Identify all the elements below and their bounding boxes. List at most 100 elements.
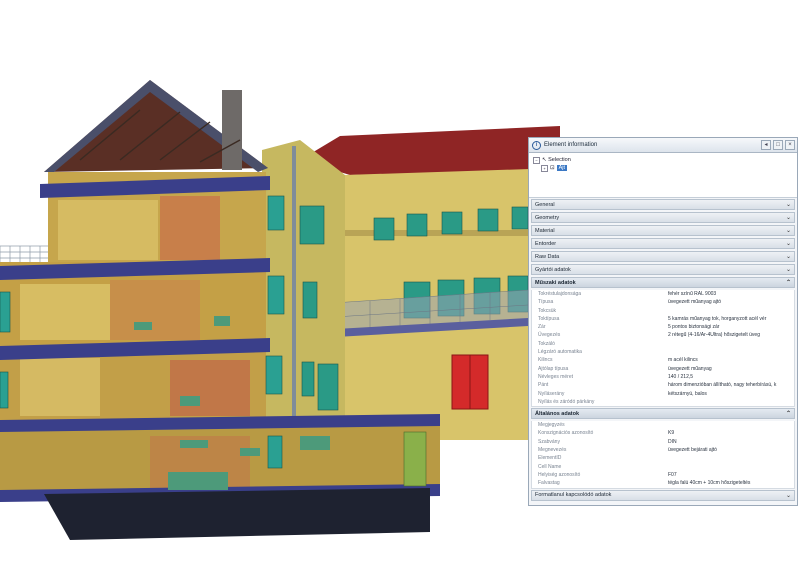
section-material[interactable]: Material ⌄	[531, 225, 795, 236]
property-row[interactable]: Konszignációs azonosító K9	[532, 429, 794, 437]
cursor-icon: ↖	[542, 157, 547, 163]
pin-button[interactable]: ◂	[761, 140, 771, 150]
panel-titlebar: i Element information ◂ □ ×	[529, 138, 797, 153]
property-key: Helyiség azonosító	[538, 471, 581, 478]
tree-root-label: Selection	[548, 157, 571, 163]
property-value	[668, 421, 794, 429]
property-row[interactable]: Nyílás és záródó párkány	[532, 398, 794, 406]
section-label: Gyártói adatok	[535, 266, 571, 273]
property-row[interactable]: Zár 5 pontos biztonsági zár	[532, 323, 794, 331]
property-row[interactable]: Cell Name	[532, 463, 794, 471]
section-entorder[interactable]: Entorder ⌄	[531, 238, 795, 249]
property-key: Konszignációs azonosító	[538, 430, 594, 437]
property-key: Nyíláserány	[538, 390, 565, 397]
property-value: tégla falú 40cm + 10cm hőszigeteltés	[668, 480, 751, 487]
tree-child-row[interactable]: + ⊡ Ajt	[533, 164, 793, 172]
selection-tree: − ↖ Selection + ⊡ Ajt	[529, 153, 797, 198]
property-key: Tokcsük	[538, 307, 557, 314]
maximize-button[interactable]: □	[773, 140, 783, 150]
property-value	[668, 463, 794, 471]
section-general[interactable]: General ⌄	[531, 199, 795, 210]
property-value: fehér színű RAL 9003	[668, 291, 717, 297]
property-key: Névleges méret	[538, 373, 574, 380]
property-key: Kilincs	[538, 357, 553, 364]
property-row[interactable]: Nyíláserány kétszárnyú, balos	[532, 390, 794, 398]
section-raw-data[interactable]: Raw Data ⌄	[531, 251, 795, 262]
property-key: Üvegezés	[538, 332, 561, 339]
chevron-down-icon: ⌄	[785, 202, 791, 208]
property-row[interactable]: Ajtólap típusa üvegezett műanyag	[532, 365, 794, 373]
info-icon: i	[532, 140, 541, 150]
property-value	[668, 340, 794, 348]
property-row[interactable]: Helyiség azonosító F07	[532, 471, 794, 479]
element-information-panel: i Element information ◂ □ × − ↖ Selectio…	[528, 137, 798, 506]
section-muszaki-adatok[interactable]: Műszaki adatok ⌃	[531, 277, 795, 288]
property-row[interactable]: Pánt három dimenzióban állítható, nagy te…	[532, 381, 794, 389]
chimney	[222, 90, 242, 170]
property-value: DIN	[668, 438, 677, 445]
property-key: Tokréstulajdonsága	[538, 291, 582, 297]
property-row[interactable]: Tokréstulajdonsága fehér színű RAL 9003	[532, 290, 794, 298]
section-altalanos-adatok[interactable]: Általános adatok ⌃	[531, 408, 795, 420]
section-label: Entorder	[535, 240, 557, 247]
property-row[interactable]: ElementID	[532, 454, 794, 462]
section-label: Formatlanul kapcsolódó adatok	[535, 492, 612, 499]
property-key: Zár	[538, 324, 546, 331]
property-row[interactable]: Üvegezés 2 rétegű (4-16/Ar-4Ultra) hőszig…	[532, 331, 794, 339]
property-value	[668, 454, 794, 462]
property-row[interactable]: Tokzáló	[532, 340, 794, 348]
property-row[interactable]: Megnevezés üvegezett bejárati ajtó	[532, 446, 794, 454]
section-label: Material	[535, 227, 555, 234]
property-row[interactable]: Kilincs m acél kilincs	[532, 356, 794, 364]
chevron-down-icon: ⌄	[785, 228, 791, 234]
property-key: Falvastag	[538, 480, 560, 487]
property-key: Szabvány	[538, 438, 560, 445]
section-label: Geometry	[535, 214, 560, 221]
property-value: 5 kamrás műanyag tok, horganyzott acél v…	[668, 315, 767, 322]
property-row[interactable]: Légzáró automatika	[532, 348, 794, 356]
property-value: 140 / 212,5	[668, 373, 694, 380]
property-key: Légzáró automatika	[538, 349, 582, 356]
chevron-down-icon: ⌄	[785, 241, 791, 247]
section-kapcsolodo-adatok[interactable]: Formatlanul kapcsolódó adatok ⌄	[531, 489, 795, 501]
property-key: Toktípusa	[538, 315, 560, 322]
property-row[interactable]: Megjegyzés	[532, 421, 794, 429]
property-value	[668, 307, 794, 315]
close-button[interactable]: ×	[785, 140, 795, 150]
property-value: F07	[668, 471, 677, 478]
property-key: Ajtólap típusa	[538, 365, 569, 372]
property-row[interactable]: Szabvány DIN	[532, 438, 794, 446]
property-key: Pánt	[538, 382, 549, 389]
property-key: Típusa	[538, 299, 554, 306]
property-value: üvegezett bejárati ajtó	[668, 447, 717, 454]
property-row[interactable]: Falvastag tégla falú 40cm + 10cm hősziget…	[532, 479, 794, 487]
property-value: K9	[668, 430, 675, 437]
property-value	[668, 398, 794, 406]
property-row[interactable]: Típusa üvegezett műanyag ajtó	[532, 298, 794, 306]
chevron-down-icon: ⌄	[785, 254, 791, 260]
property-value	[668, 348, 794, 356]
chevron-down-icon: ⌄	[785, 267, 791, 273]
property-key: Megjegyzés	[538, 422, 565, 429]
property-value: 2 rétegű (4-16/Ar-4Ultra) hőszigetelt üv…	[668, 332, 760, 339]
property-row[interactable]: Toktípusa 5 kamrás műanyag tok, horganyzo…	[532, 315, 794, 323]
section-label: General	[535, 201, 555, 208]
property-key: ElementID	[538, 455, 562, 462]
collapse-icon[interactable]: −	[533, 156, 540, 164]
section-gyartoi-adatok[interactable]: Gyártói adatok ⌄	[531, 264, 795, 275]
section-label: Általános adatok	[535, 410, 580, 417]
chevron-down-icon: ⌄	[785, 492, 791, 499]
section-label: Műszaki adatok	[535, 279, 576, 286]
property-value: kétszárnyú, balos	[668, 390, 707, 397]
foundation	[44, 488, 430, 540]
property-row[interactable]: Tokcsük	[532, 307, 794, 315]
muszaki-properties: Tokréstulajdonsága fehér színű RAL 9003 Tí…	[531, 290, 795, 408]
chevron-down-icon: ⌄	[785, 215, 791, 221]
section-geometry[interactable]: Geometry ⌄	[531, 212, 795, 223]
property-key: Tokzáló	[538, 340, 555, 347]
property-row[interactable]: Névleges méret 140 / 212,5	[532, 373, 794, 381]
tree-child-label[interactable]: Ajt	[556, 165, 568, 171]
expand-icon[interactable]: +	[541, 164, 548, 172]
property-value: 5 pontos biztonsági zár	[668, 324, 720, 331]
tree-root-row[interactable]: − ↖ Selection	[533, 156, 793, 164]
